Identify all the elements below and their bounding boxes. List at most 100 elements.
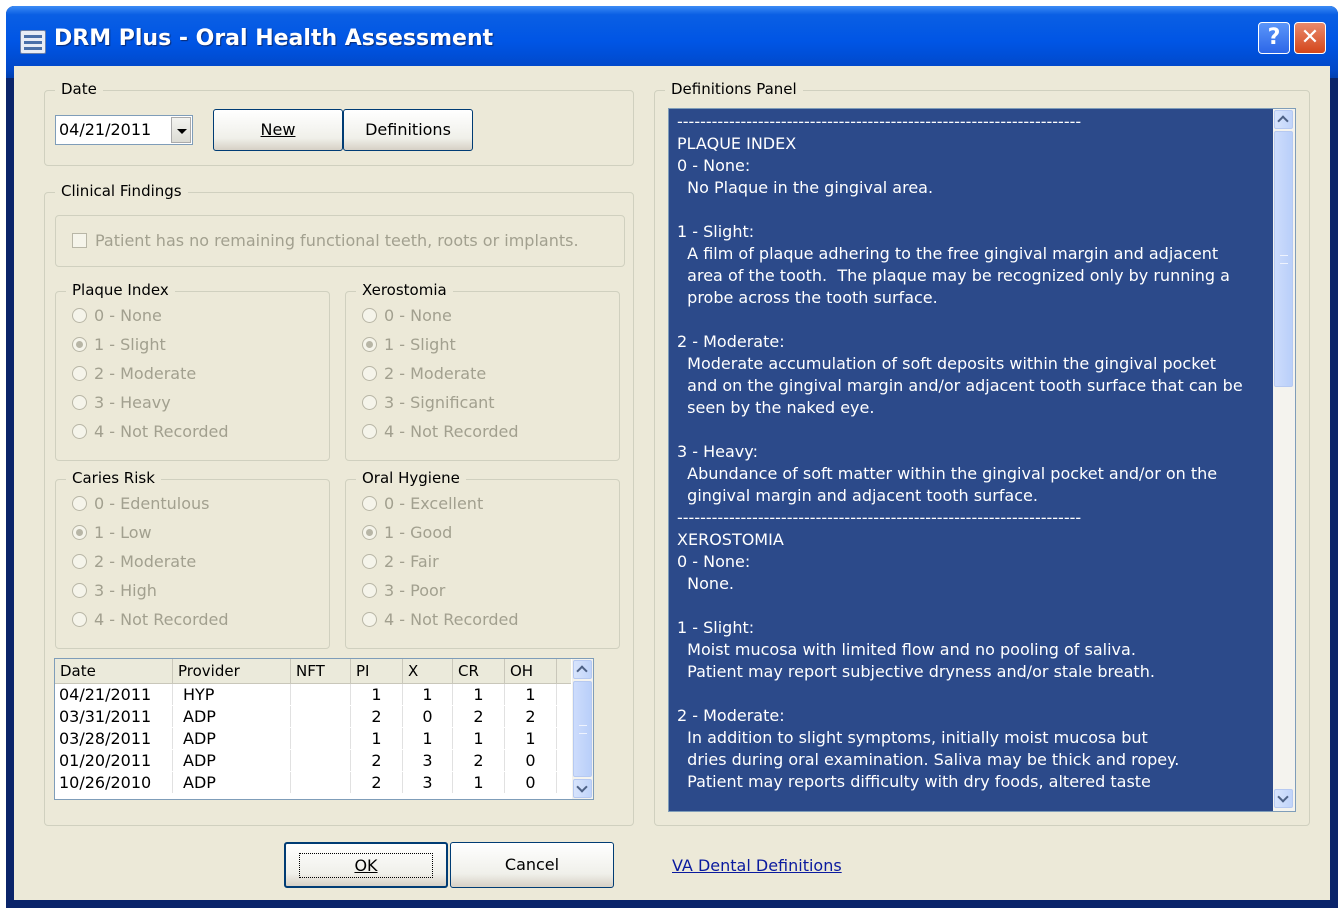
cell-nft (291, 684, 351, 705)
table-scrollbar[interactable] (572, 659, 593, 799)
scroll-down-icon[interactable] (1274, 789, 1293, 808)
close-button[interactable]: ✕ (1294, 22, 1326, 54)
cell-nft (291, 772, 351, 793)
xerostomia-option-label: 0 - None (384, 306, 452, 325)
cell-cr: 2 (453, 750, 505, 771)
cell-cr: 1 (453, 728, 505, 749)
cell-x: 1 (403, 728, 453, 749)
table-header: Date Provider NFT PI X CR OH (55, 659, 571, 684)
scroll-down-icon[interactable] (573, 779, 592, 798)
column-header-nft[interactable]: NFT (291, 659, 351, 683)
xerostomia-option-0[interactable]: 0 - None (362, 306, 452, 325)
hygiene-option-label: 2 - Fair (384, 552, 439, 571)
ok-button[interactable]: OK (284, 842, 448, 888)
xerostomia-group: Xerostomia 0 - None 1 - Slight 2 - Moder… (345, 281, 620, 461)
cell-oh: 1 (505, 728, 557, 749)
cell-pi: 2 (351, 706, 403, 727)
column-header-cr[interactable]: CR (453, 659, 505, 683)
radio-selected-icon (72, 337, 87, 352)
definitions-button-label: Definitions (365, 120, 451, 139)
oral-hygiene-group: Oral Hygiene 0 - Excellent 1 - Good 2 - … (345, 469, 620, 649)
plaque-option-0[interactable]: 0 - None (72, 306, 162, 325)
hygiene-option-4[interactable]: 4 - Not Recorded (362, 610, 519, 629)
column-header-x[interactable]: X (403, 659, 453, 683)
plaque-option-1[interactable]: 1 - Slight (72, 335, 166, 354)
definitions-textbox[interactable]: ----------------------------------------… (668, 108, 1296, 812)
cell-pi: 2 (351, 750, 403, 771)
definition-line: 1 - Slight: (677, 222, 755, 241)
cell-date: 03/28/2011 (59, 728, 173, 749)
radio-icon (72, 554, 87, 569)
radio-icon (362, 583, 377, 598)
date-combo[interactable]: 04/21/2011 (55, 115, 193, 145)
cell-nft (291, 728, 351, 749)
va-dental-definitions-link[interactable]: VA Dental Definitions (672, 856, 842, 875)
xerostomia-option-1[interactable]: 1 - Slight (362, 335, 456, 354)
definition-line (677, 595, 1269, 617)
dropdown-arrow-icon[interactable] (171, 117, 191, 143)
table-row[interactable]: 01/20/2011 ADP 2 3 2 0 (55, 750, 571, 771)
hygiene-option-2[interactable]: 2 - Fair (362, 552, 439, 571)
xerostomia-option-label: 3 - Significant (384, 393, 495, 412)
cancel-button[interactable]: Cancel (450, 842, 614, 888)
column-header-provider[interactable]: Provider (173, 659, 291, 683)
cancel-button-label: Cancel (504, 855, 560, 874)
table-row[interactable]: 04/21/2011 HYP 1 1 1 1 (55, 684, 571, 705)
caries-option-0[interactable]: 0 - Edentulous (72, 494, 210, 513)
caries-option-3[interactable]: 3 - High (72, 581, 157, 600)
caries-option-1[interactable]: 1 - Low (72, 523, 152, 542)
plaque-option-label: 1 - Slight (94, 335, 166, 354)
hygiene-option-1[interactable]: 1 - Good (362, 523, 452, 542)
definition-line: In addition to slight symptoms, initiall… (677, 728, 1148, 747)
table-row[interactable]: 10/26/2010 ADP 2 3 1 0 (55, 772, 571, 793)
definition-line: Moderate accumulation of soft deposits w… (677, 354, 1217, 373)
cell-x: 0 (403, 706, 453, 727)
definitions-scrollbar[interactable] (1273, 109, 1295, 811)
plaque-option-3[interactable]: 3 - Heavy (72, 393, 171, 412)
definition-line: and on the gingival margin and/or adjace… (677, 376, 1243, 395)
radio-icon (362, 395, 377, 410)
new-button[interactable]: New (213, 109, 343, 151)
caries-option-2[interactable]: 2 - Moderate (72, 552, 196, 571)
column-header-date[interactable]: Date (55, 659, 173, 683)
no-teeth-box: Patient has no remaining functional teet… (55, 215, 625, 267)
definition-line: Abundance of soft matter within the ging… (677, 464, 1218, 483)
radio-icon (362, 612, 377, 627)
plaque-index-group: Plaque Index 0 - None 1 - Slight 2 - Mod… (55, 281, 330, 461)
caries-option-4[interactable]: 4 - Not Recorded (72, 610, 229, 629)
scroll-up-icon[interactable] (573, 660, 592, 679)
definitions-text: ----------------------------------------… (677, 111, 1269, 793)
hygiene-option-3[interactable]: 3 - Poor (362, 581, 445, 600)
xerostomia-option-label: 1 - Slight (384, 335, 456, 354)
definition-line: Moist mucosa with limited flow and no po… (677, 640, 1136, 659)
scroll-thumb[interactable] (1274, 131, 1293, 387)
column-header-oh[interactable]: OH (505, 659, 557, 683)
ok-button-label: OK (299, 853, 433, 878)
definition-line: XEROSTOMIA (677, 530, 784, 549)
cell-oh: 2 (505, 706, 557, 727)
table-row[interactable]: 03/28/2011 ADP 1 1 1 1 (55, 728, 571, 749)
xerostomia-option-2[interactable]: 2 - Moderate (362, 364, 486, 383)
history-table[interactable]: Date Provider NFT PI X CR OH 04/21/2011 … (54, 658, 594, 800)
scroll-thumb[interactable] (573, 681, 592, 777)
xerostomia-option-4[interactable]: 4 - Not Recorded (362, 422, 519, 441)
definitions-button[interactable]: Definitions (343, 109, 473, 151)
definition-line: A film of plaque adhering to the free gi… (677, 244, 1219, 263)
no-teeth-checkbox[interactable]: Patient has no remaining functional teet… (72, 231, 579, 250)
plaque-index-legend: Plaque Index (66, 281, 175, 299)
window-title: DRM Plus - Oral Health Assessment (54, 26, 494, 51)
plaque-option-2[interactable]: 2 - Moderate (72, 364, 196, 383)
plaque-option-4[interactable]: 4 - Not Recorded (72, 422, 229, 441)
table-row[interactable]: 03/31/2011 ADP 2 0 2 2 (55, 706, 571, 727)
cell-date: 04/21/2011 (59, 684, 173, 705)
scroll-up-icon[interactable] (1274, 110, 1293, 129)
xerostomia-option-3[interactable]: 3 - Significant (362, 393, 495, 412)
no-teeth-label: Patient has no remaining functional teet… (95, 231, 579, 250)
radio-icon (72, 366, 87, 381)
cell-provider: ADP (173, 772, 291, 793)
hygiene-option-0[interactable]: 0 - Excellent (362, 494, 483, 513)
help-button[interactable]: ? (1258, 22, 1290, 54)
cell-date: 03/31/2011 (59, 706, 173, 727)
cell-cr: 1 (453, 684, 505, 705)
column-header-pi[interactable]: PI (351, 659, 403, 683)
